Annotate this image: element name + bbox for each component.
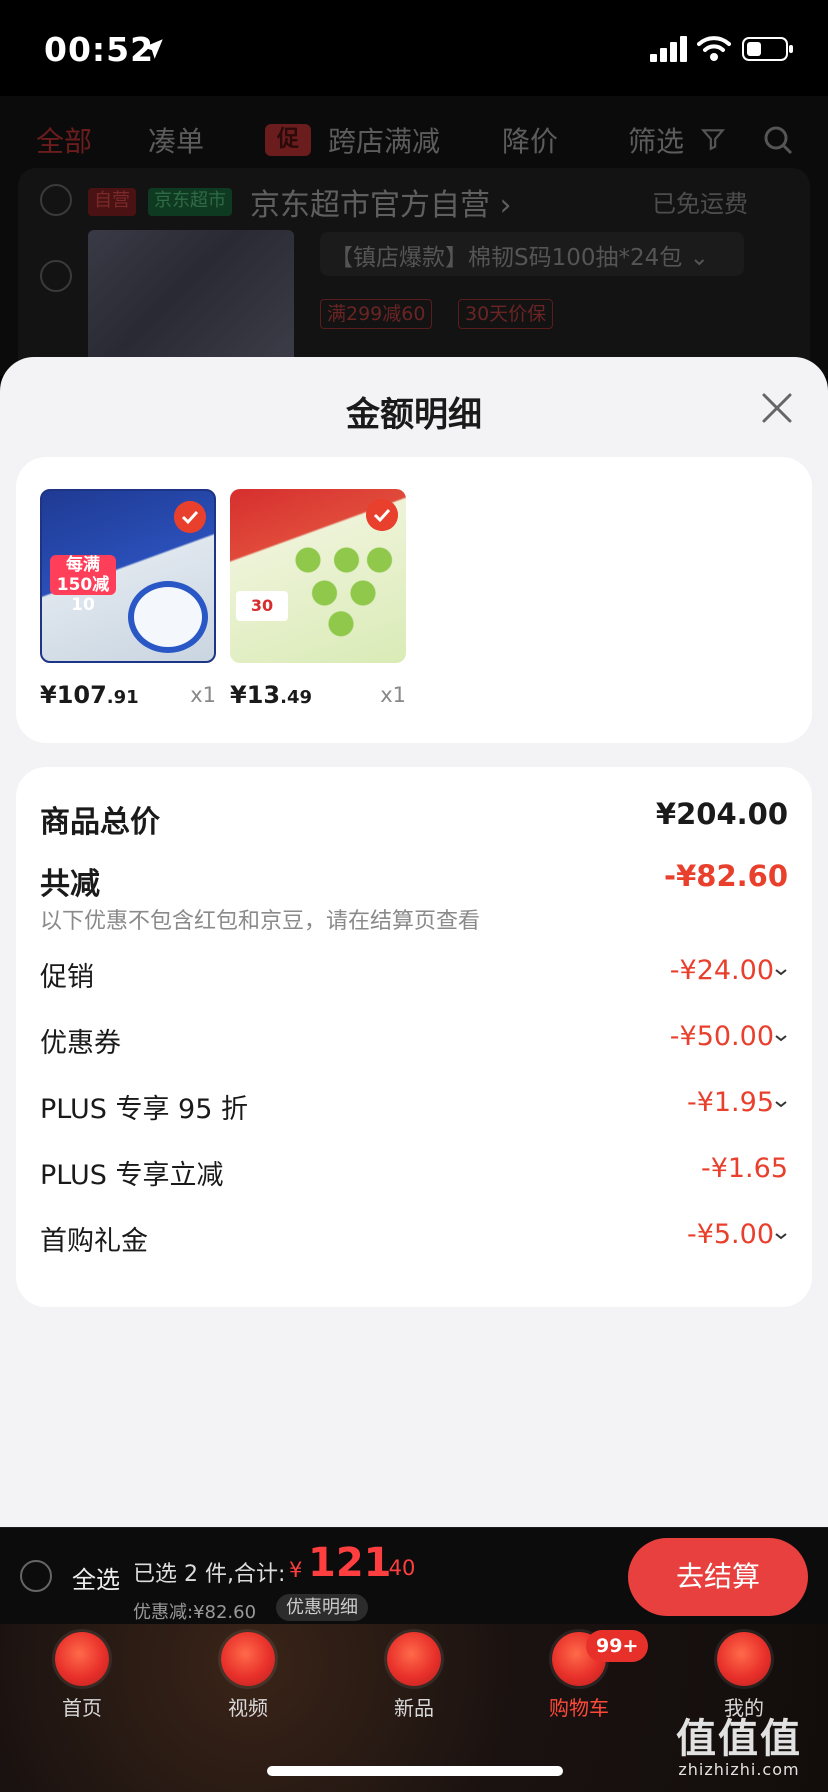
product-image: 每满150减10 <box>40 489 216 663</box>
tab-filter: 筛选 <box>628 125 685 158</box>
home-indicator <box>267 1766 563 1776</box>
total-value: ¥204.00 <box>655 797 788 831</box>
breakdown-label: 促销 <box>40 962 94 993</box>
tab-new-products[interactable]: 新品 <box>354 1632 474 1732</box>
product-image-shape <box>286 527 396 637</box>
selected-summary: 已选 2 件,合计: <box>133 1562 286 1587</box>
watermark-main: 值值值 <box>676 1716 802 1762</box>
search-icon <box>764 126 793 155</box>
total-label: 商品总价 <box>40 805 160 840</box>
price-breakdown: 商品总价 ¥204.00 共减 -¥82.60 以下优惠不包含红包和京豆，请在结… <box>16 767 812 1307</box>
discount-note: 以下优惠不包含红包和京豆，请在结算页查看 <box>40 909 481 934</box>
background-cart-page: 全部 凑单 促 跨店满减 降价 筛选 自营 京东超市 京东超市官方自营 › 已免… <box>0 96 828 400</box>
amount-detail-sheet: 金额明细 每满150减10 ¥107.91 x1 30 ¥13.49 x1 商品… <box>0 357 828 1527</box>
product-list: 每满150减10 ¥107.91 x1 30 ¥13.49 x1 <box>16 457 812 743</box>
location-arrow-icon <box>143 39 163 59</box>
tab-cross-store: 跨店满减 <box>328 125 441 158</box>
breakdown-label: PLUS 专享立减 <box>40 1160 224 1191</box>
tab-bar: 首页 视频 新品 购物车 99+ 我的 值值值 zhizhizhi.com <box>0 1624 828 1792</box>
tab-label: 新品 <box>394 1696 434 1720</box>
discount-detail-button[interactable]: 优惠明细 <box>276 1594 368 1621</box>
breakdown-label: 优惠券 <box>40 1028 121 1059</box>
background-tabs: 全部 凑单 促 跨店满减 降价 筛选 <box>0 110 828 170</box>
watermark-sub: zhizhizhi.com <box>678 1760 800 1779</box>
watermark: 值值值 zhizhizhi.com <box>676 1706 802 1779</box>
close-icon[interactable] <box>760 391 794 425</box>
promo-badge: 促 <box>265 124 311 156</box>
store-name: 京东超市官方自营 › <box>250 188 512 223</box>
filter-icon <box>700 129 726 151</box>
cart-count-badge: 99+ <box>586 1630 649 1662</box>
item-tag: 满299减60 <box>320 299 433 329</box>
chevron-down-icon <box>775 969 787 976</box>
product-image-promo: 30 <box>236 591 288 621</box>
breakdown-label: 首购礼金 <box>40 1226 148 1257</box>
select-all-label[interactable]: 全选 <box>72 1560 120 1595</box>
profile-icon <box>717 1632 771 1686</box>
tab-price-drop: 降价 <box>502 125 559 158</box>
item-title: 【镇店爆款】棉韧S码100抽*24包 ⌄ <box>320 232 744 276</box>
product-quantity: x1 <box>190 683 216 707</box>
chevron-down-icon <box>775 1035 787 1042</box>
discount-value: -¥82.60 <box>664 859 788 893</box>
check-icon <box>366 499 398 531</box>
store-radio <box>40 184 72 216</box>
status-time: 00:52 <box>44 30 155 69</box>
product-item[interactable]: 30 ¥13.49 x1 <box>230 489 406 709</box>
tab-home[interactable]: 首页 <box>22 1632 142 1732</box>
item-radio <box>40 260 72 292</box>
tab-label: 首页 <box>62 1696 102 1720</box>
breakdown-value: -¥1.65 <box>700 1153 788 1184</box>
product-price: ¥13.49 <box>230 681 312 709</box>
breakdown-value: -¥24.00 <box>669 955 774 986</box>
discount-label: 共减 <box>40 867 100 902</box>
select-all-radio[interactable] <box>20 1560 52 1592</box>
battery-icon <box>742 37 793 61</box>
video-icon <box>221 1632 275 1686</box>
check-icon <box>174 501 206 533</box>
product-item[interactable]: 每满150减10 ¥107.91 x1 <box>40 489 216 709</box>
breakdown-value: -¥50.00 <box>669 1021 774 1052</box>
total-amount-decimal: .40 <box>382 1556 416 1580</box>
breakdown-value: -¥5.00 <box>686 1219 774 1250</box>
tab-all: 全部 <box>36 125 93 158</box>
new-products-icon <box>387 1632 441 1686</box>
product-image-promo: 每满150减10 <box>50 555 116 615</box>
product-image-shape <box>128 581 208 653</box>
item-tag: 30天价保 <box>458 299 554 329</box>
tab-video[interactable]: 视频 <box>188 1632 308 1732</box>
total-currency: ¥ <box>289 1558 303 1582</box>
product-quantity: x1 <box>380 683 406 707</box>
shipping-status: 已免运费 <box>652 190 748 218</box>
wifi-icon <box>697 36 731 61</box>
chevron-down-icon <box>775 1233 787 1240</box>
chevron-down-icon <box>775 1101 787 1108</box>
product-price: ¥107.91 <box>40 681 139 709</box>
jd-supermarket-badge: 京东超市 <box>148 188 232 216</box>
breakdown-value: -¥1.95 <box>686 1087 774 1118</box>
total-amount-integer: 121 <box>308 1540 392 1586</box>
discount-summary: 优惠减:¥82.60 <box>133 1602 257 1623</box>
breakdown-label: PLUS 专享 95 折 <box>40 1094 248 1125</box>
status-bar: 00:52 <box>0 0 828 96</box>
tab-bundle: 凑单 <box>148 125 205 158</box>
self-operated-badge: 自营 <box>88 188 136 216</box>
tab-label: 购物车 <box>549 1696 609 1720</box>
sheet-title: 金额明细 <box>346 395 482 435</box>
tab-label: 视频 <box>228 1696 268 1720</box>
checkout-button[interactable]: 去结算 <box>628 1538 808 1616</box>
product-image: 30 <box>230 489 406 663</box>
checkout-bar: 全选 已选 2 件,合计: ¥ 121 .40 优惠减:¥82.60 优惠明细 … <box>0 1527 828 1624</box>
signal-icon <box>650 36 687 62</box>
home-icon <box>55 1632 109 1686</box>
